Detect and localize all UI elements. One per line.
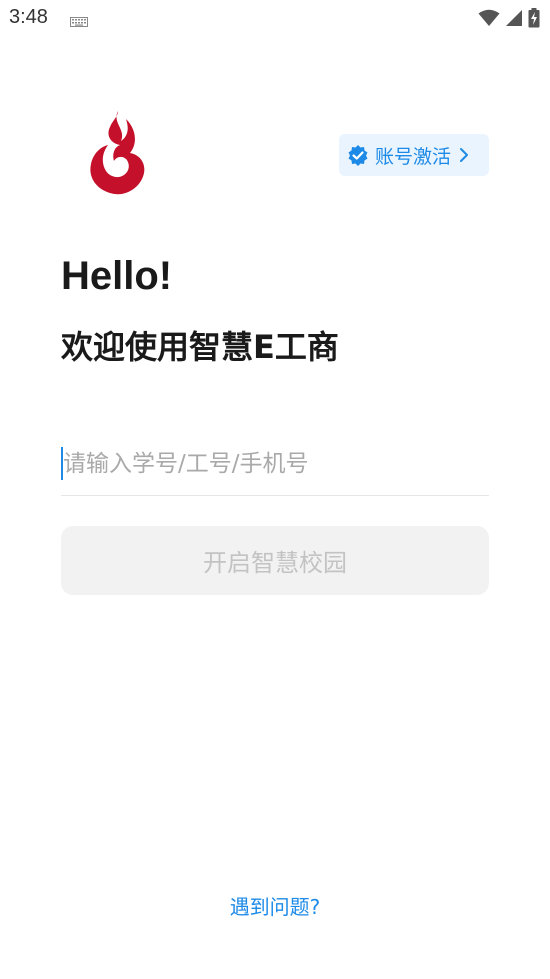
help-link[interactable]: 遇到问题? <box>0 891 550 920</box>
status-icons <box>478 8 540 32</box>
status-time: 3:48 <box>9 6 48 28</box>
signal-icon <box>505 9 523 31</box>
flame-logo-icon <box>86 109 146 197</box>
greeting-subtitle: 欢迎使用智慧E工商 <box>61 328 339 366</box>
keyboard-icon <box>70 12 88 31</box>
status-bar: 3:48 <box>0 0 550 40</box>
account-activate-label: 账号激活 <box>375 145 452 168</box>
chevron-right-icon <box>459 147 469 163</box>
text-caret <box>61 447 63 480</box>
account-input[interactable] <box>61 440 491 488</box>
verified-badge-icon <box>347 144 369 166</box>
battery-charging-icon <box>528 8 540 32</box>
account-input-wrapper <box>61 440 491 496</box>
start-smart-campus-button[interactable]: 开启智慧校园 <box>61 526 489 595</box>
greeting-title: Hello! <box>61 254 173 298</box>
wifi-icon <box>478 9 500 31</box>
account-activate-button[interactable]: 账号激活 <box>339 134 489 176</box>
